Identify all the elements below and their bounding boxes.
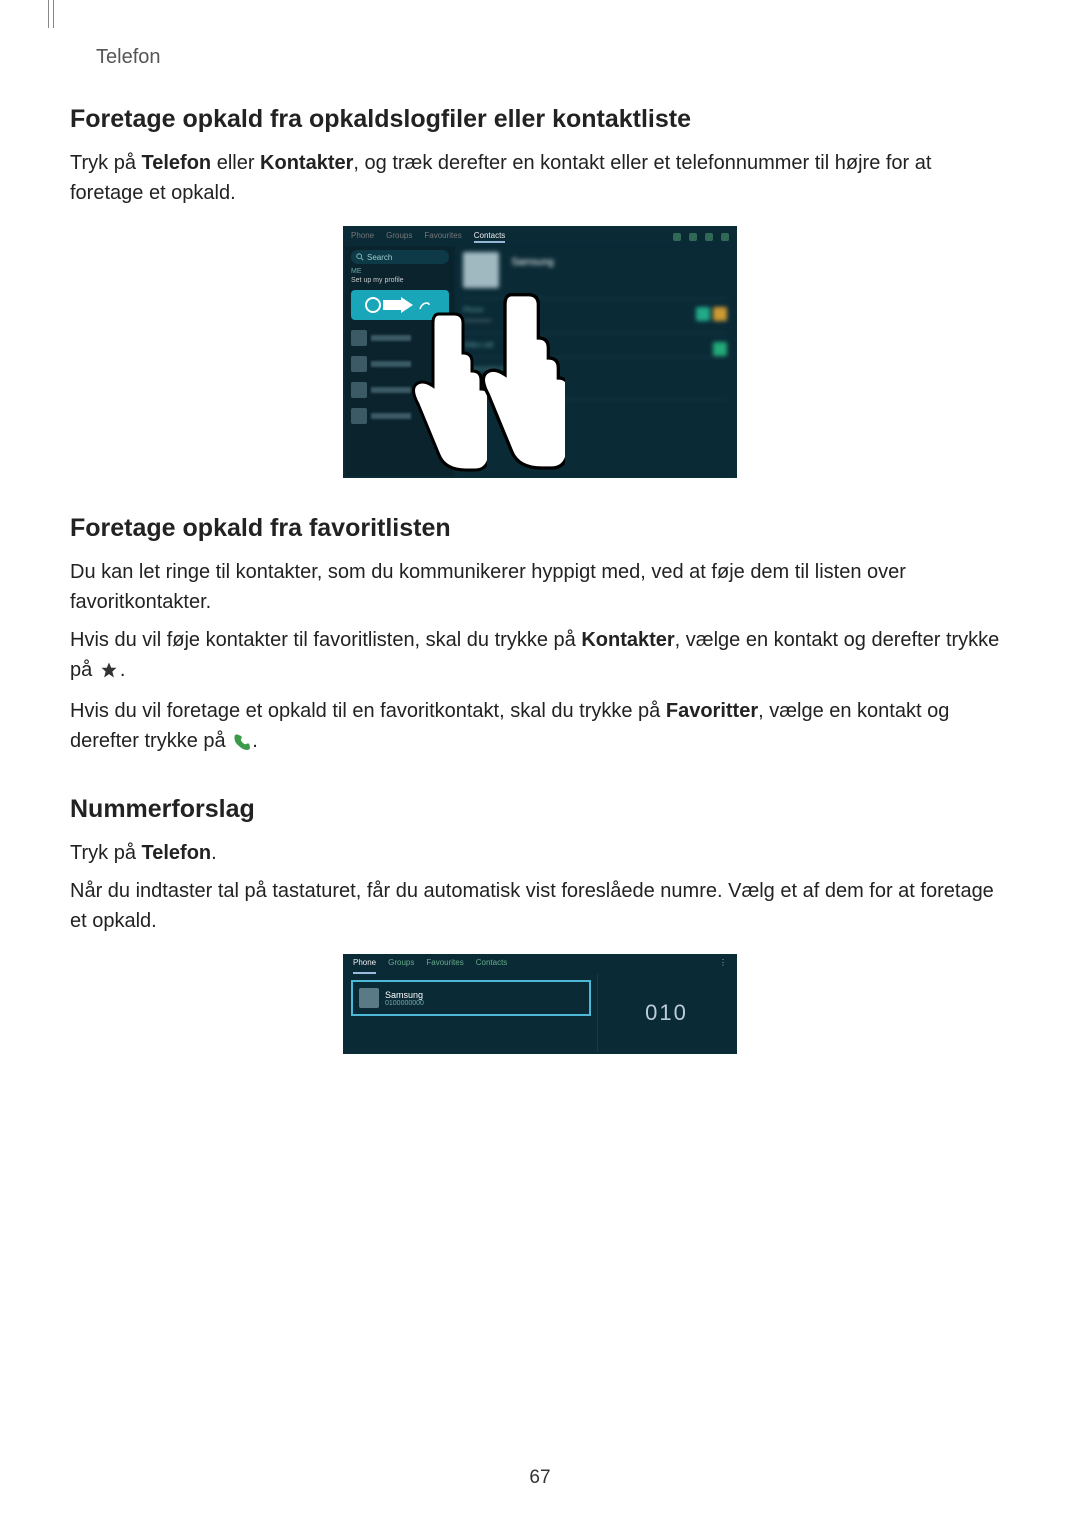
dialer-display: 010: [597, 974, 735, 1052]
screenshot-contacts: Phone Groups Favourites Contacts Search: [343, 226, 737, 478]
tab-contacts: Contacts: [476, 958, 508, 974]
tab-phone: Phone: [351, 231, 374, 243]
header-section-label: Telefon: [96, 46, 1010, 69]
search-icon: [356, 253, 364, 261]
menu-icon: ⋮: [719, 958, 727, 974]
video-icon: [713, 342, 727, 356]
tab-marker: [48, 0, 54, 28]
page-number: 67: [0, 1467, 1080, 1489]
top-icon: [689, 233, 697, 241]
tab-groups: Groups: [386, 231, 412, 243]
me-label: ME: [351, 268, 449, 275]
list-item: [351, 354, 449, 374]
page: Telefon Foretage opkald fra opkaldslogfi…: [0, 0, 1080, 1527]
list-item: [351, 406, 449, 426]
heading-favourites: Foretage opkald fra favoritlisten: [70, 514, 1010, 543]
suggest-number: 0100000000: [385, 1000, 424, 1007]
para-fav-1: Du kan let ringe til kontakter, som du k…: [70, 557, 1010, 617]
heading-suggest: Nummerforslag: [70, 795, 1010, 824]
para-fav-2: Hvis du vil føje kontakter til favoritli…: [70, 625, 1010, 688]
tab-favourites: Favourites: [424, 231, 461, 243]
swipe-indicator: [351, 290, 449, 320]
top-icon: [673, 233, 681, 241]
tab-phone: Phone: [353, 958, 376, 974]
message-icon: [713, 307, 727, 321]
call-icon: [696, 307, 710, 321]
star-icon: [100, 658, 118, 688]
tab-contacts: Contacts: [474, 231, 506, 243]
top-icon: [705, 233, 713, 241]
suggestion-item: Samsung 0100000000: [351, 980, 591, 1016]
tab-favourites: Favourites: [426, 958, 463, 974]
top-icon: [721, 233, 729, 241]
figure-number-suggest: Phone Groups Favourites Contacts ⋮ Samsu…: [70, 954, 1010, 1054]
para-suggest-1: Tryk på Telefon.: [70, 838, 1010, 868]
suggest-name: Samsung: [385, 990, 424, 1000]
tab-groups: Groups: [388, 958, 414, 974]
avatar: [463, 252, 499, 288]
para-fav-3: Hvis du vil foretage et opkald til en fa…: [70, 696, 1010, 759]
contact-name: Samsung: [511, 257, 553, 268]
list-item: [351, 380, 449, 400]
figure-swipe-contact: Phone Groups Favourites Contacts Search: [70, 226, 1010, 478]
heading-calllog: Foretage opkald fra opkaldslogfiler elle…: [70, 105, 1010, 134]
avatar: [359, 988, 379, 1008]
phone-icon: [233, 729, 250, 759]
setup-profile: Set up my profile: [351, 277, 449, 284]
list-item: [351, 328, 449, 348]
para-calllog-1: Tryk på Telefon eller Kontakter, og træk…: [70, 148, 1010, 208]
screenshot-dialer: Phone Groups Favourites Contacts ⋮ Samsu…: [343, 954, 737, 1054]
para-suggest-2: Når du indtaster tal på tastaturet, får …: [70, 876, 1010, 936]
search-field: Search: [351, 250, 449, 264]
